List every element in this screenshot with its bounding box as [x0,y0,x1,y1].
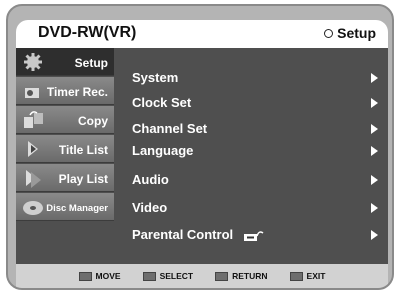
menu-item-video[interactable]: Video [128,197,378,219]
sidebar-item-disc-manager[interactable]: Disc Manager [16,193,114,221]
sidebar-item-label: Setup [74,56,108,70]
menu-item-label-text: Parental Control [132,227,234,242]
return-key-icon [215,271,229,281]
circle-icon [324,28,334,38]
arrow-right-icon [371,146,378,156]
select-key-icon [142,271,156,281]
footer-select-label: SELECT [159,271,194,281]
timer-icon [25,88,39,98]
sidebar: Setup Timer Rec. Copy Title List Play Li… [16,48,114,264]
arrow-right-icon [371,175,378,185]
sidebar-item-label: Timer Rec. [46,85,108,99]
sidebar-item-label: Title List [58,143,108,157]
footer-exit-label: EXIT [306,271,326,281]
title-list-icon [28,141,38,157]
play-list-icon [26,170,41,188]
arrow-right-icon [371,230,378,240]
copy-icon [24,111,43,128]
move-key-icon [78,271,92,281]
disc-type-title: DVD-RW(VR) [38,24,137,41]
lock-icon [243,230,264,241]
sidebar-item-title-list[interactable]: Title List [16,135,114,163]
sidebar-item-timer-rec[interactable]: Timer Rec. [16,77,114,105]
menu-item-label: Channel Set [132,121,208,136]
sidebar-item-label: Disc Manager [46,203,108,214]
sidebar-item-label: Play List [58,172,108,186]
footer-exit: EXIT [289,271,326,281]
arrow-right-icon [371,124,378,134]
gear-icon [24,53,42,71]
footer-return-label: RETURN [232,271,268,281]
arrow-right-icon [371,73,378,83]
menu-item-system[interactable]: System [128,67,378,89]
disc-icon [23,201,43,215]
menu-item-label: Language [132,143,194,158]
footer-move-label: MOVE [95,271,121,281]
sidebar-item-setup[interactable]: Setup [16,48,114,76]
footer-select: SELECT [142,271,194,281]
sidebar-item-label: Copy [78,114,108,128]
exit-key-icon [289,271,303,281]
tv-screen-frame: DVD-RW(VR) Setup Setup Timer Rec. Copy T… [6,4,394,290]
menu-item-audio[interactable]: Audio [128,169,378,191]
header-bar: DVD-RW(VR) Setup [16,20,388,48]
menu-item-label: Audio [132,172,169,187]
menu-item-label: Clock Set [132,95,192,110]
menu-item-clock-set[interactable]: Clock Set [128,92,378,114]
menu-item-label: System [132,70,179,85]
menu-item-parental-control[interactable]: Parental Control [128,224,378,246]
sidebar-item-copy[interactable]: Copy [16,106,114,134]
arrow-right-icon [371,203,378,213]
menu-item-label: Video [132,200,168,215]
menu-item-language[interactable]: Language [128,140,378,162]
menu-item-label: Parental Control [132,227,265,242]
sidebar-item-play-list[interactable]: Play List [16,164,114,192]
section-indicator: Setup [324,25,376,41]
footer-move: MOVE [78,271,121,281]
menu-item-channel-set[interactable]: Channel Set [128,118,378,140]
section-label: Setup [337,25,376,41]
footer-return: RETURN [215,271,268,281]
footer-help-bar: MOVE SELECT RETURN EXIT [16,264,388,288]
arrow-right-icon [371,98,378,108]
